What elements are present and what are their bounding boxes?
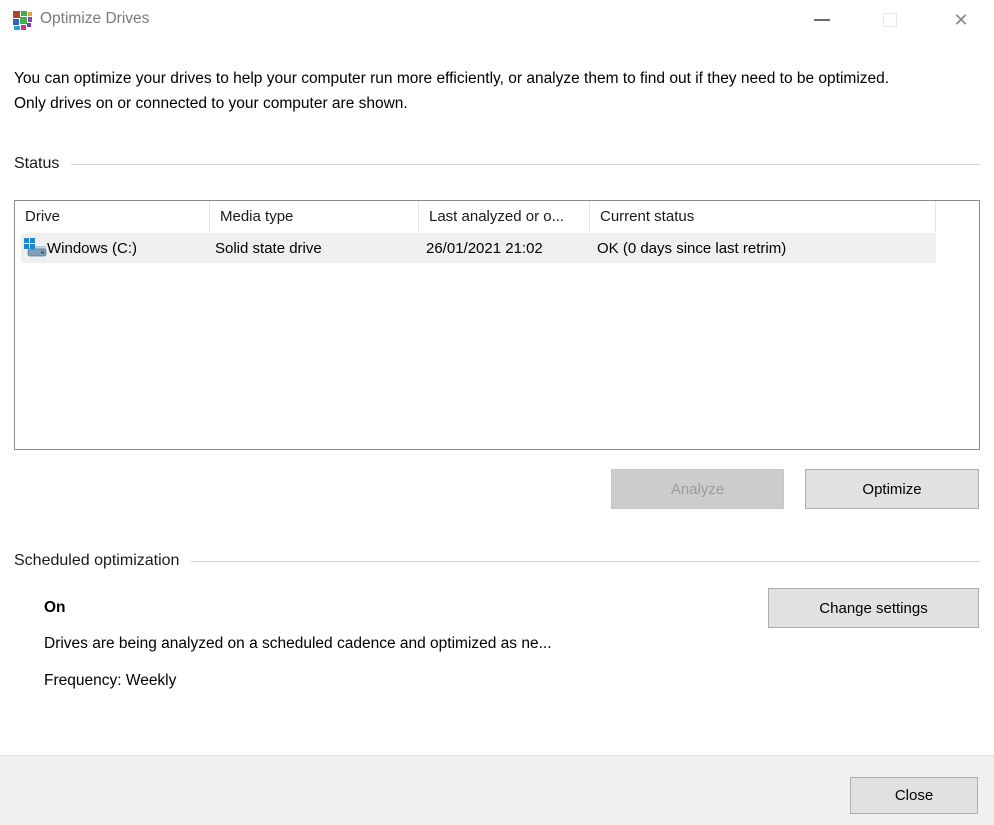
- status-section-rule: [71, 164, 980, 165]
- cell-last-analyzed: 26/01/2021 21:02: [426, 233, 543, 263]
- window-title: Optimize Drives: [40, 10, 149, 28]
- cell-drive-name: Windows (C:): [47, 233, 137, 263]
- system-drive-icon: [24, 237, 47, 259]
- cell-current-status: OK (0 days since last retrim): [597, 233, 786, 263]
- scheduled-section-rule: [191, 561, 980, 562]
- maximize-icon: [883, 13, 897, 27]
- scheduled-frequency: Frequency: Weekly: [44, 672, 176, 690]
- footer-bar: [0, 755, 994, 825]
- change-settings-button[interactable]: Change settings: [768, 588, 979, 628]
- scheduled-description: Drives are being analyzed on a scheduled…: [44, 635, 552, 653]
- cell-media-type: Solid state drive: [215, 233, 322, 263]
- drive-row-windows-c[interactable]: Windows (C:) Solid state drive 26/01/202…: [21, 233, 936, 263]
- scheduled-section-label: Scheduled optimization: [14, 552, 179, 570]
- scheduled-state: On: [44, 599, 66, 617]
- drives-table: Drive Media type Last analyzed or o... C…: [14, 200, 980, 450]
- drives-table-header: Drive Media type Last analyzed or o... C…: [15, 201, 979, 232]
- minimize-icon: [814, 19, 830, 21]
- column-header-media-type[interactable]: Media type: [210, 201, 419, 232]
- close-window-button[interactable]: ✕: [938, 0, 984, 40]
- column-header-drive[interactable]: Drive: [15, 201, 210, 232]
- status-section-label: Status: [14, 155, 59, 173]
- minimize-button[interactable]: [799, 0, 845, 40]
- defrag-app-icon: [12, 9, 34, 31]
- dialog-description: You can optimize your drives to help you…: [14, 66, 919, 116]
- maximize-button[interactable]: [867, 0, 913, 40]
- column-header-current-status[interactable]: Current status: [590, 201, 936, 232]
- analyze-button[interactable]: Analyze: [611, 469, 784, 509]
- optimize-button[interactable]: Optimize: [805, 469, 979, 509]
- status-section-header: Status: [14, 155, 980, 173]
- close-icon: ✕: [953, 11, 968, 29]
- title-bar: Optimize Drives ✕: [0, 0, 994, 40]
- column-header-last-analyzed[interactable]: Last analyzed or o...: [419, 201, 590, 232]
- scheduled-section-header: Scheduled optimization: [14, 552, 980, 570]
- close-button[interactable]: Close: [850, 777, 978, 814]
